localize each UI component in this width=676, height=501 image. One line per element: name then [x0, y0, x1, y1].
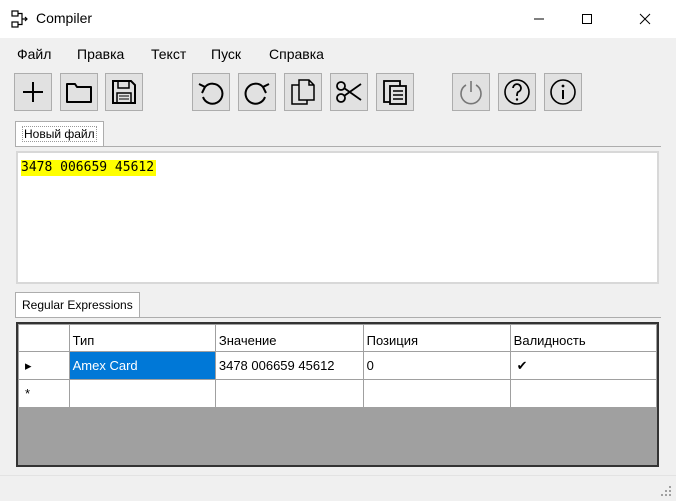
cell-value[interactable]: 3478 006659 45612: [214, 351, 364, 380]
column-header-value[interactable]: Значение: [214, 324, 364, 352]
code-editor[interactable]: 3478 006659 45612: [16, 151, 659, 284]
results-table: Тип Значение Позиция Валидность ▸ Amex C…: [18, 324, 657, 408]
paste-button[interactable]: [376, 73, 414, 111]
close-button[interactable]: [622, 0, 668, 38]
table-row[interactable]: *: [18, 379, 657, 408]
cell-position[interactable]: [362, 379, 511, 408]
tab-divider: [15, 317, 661, 318]
power-button[interactable]: [452, 73, 490, 111]
tab-regular-expressions[interactable]: Regular Expressions: [15, 292, 140, 317]
cell-position[interactable]: 0: [362, 351, 511, 380]
menu-help[interactable]: Справка: [269, 46, 324, 62]
results-grid[interactable]: Тип Значение Позиция Валидность ▸ Amex C…: [16, 322, 659, 467]
info-icon: [550, 79, 576, 105]
table-row[interactable]: ▸ Amex Card 3478 006659 45612 0 ✔: [18, 351, 657, 380]
maximize-button[interactable]: [564, 0, 610, 38]
column-header-validity[interactable]: Валидность: [509, 324, 657, 352]
tab-regular-expressions-label: Regular Expressions: [22, 298, 133, 312]
status-bar: [0, 475, 676, 501]
menu-text[interactable]: Текст: [151, 46, 186, 62]
minimize-button[interactable]: [516, 0, 562, 38]
window-title: Compiler: [36, 10, 93, 26]
menu-file[interactable]: Файл: [17, 46, 51, 62]
tab-new-file-label: Новый файл: [22, 126, 97, 142]
cut-button[interactable]: [330, 73, 368, 111]
toolbar: [0, 68, 676, 118]
maximize-icon: [582, 14, 592, 24]
undo-icon: [198, 82, 224, 105]
new-button[interactable]: [14, 73, 52, 111]
menu-bar: Файл Правка Текст Пуск Справка: [0, 38, 676, 68]
cell-validity[interactable]: ✔: [509, 351, 657, 380]
cell-value[interactable]: [214, 379, 364, 408]
menu-run[interactable]: Пуск: [211, 46, 241, 62]
undo-button[interactable]: [192, 73, 230, 111]
cell-validity[interactable]: [509, 379, 657, 408]
copy-icon: [291, 79, 315, 105]
cell-type[interactable]: Amex Card: [68, 351, 216, 380]
paste-icon: [383, 80, 407, 105]
help-icon: [504, 79, 530, 105]
menu-edit[interactable]: Правка: [77, 46, 124, 62]
table-header-row: Тип Значение Позиция Валидность: [18, 324, 657, 352]
open-button[interactable]: [60, 73, 98, 111]
redo-icon: [244, 82, 270, 105]
row-header-corner: [18, 324, 70, 352]
minimize-icon: [534, 18, 544, 20]
column-header-position[interactable]: Позиция: [362, 324, 511, 352]
column-header-type[interactable]: Тип: [68, 324, 216, 352]
info-button[interactable]: [544, 73, 582, 111]
save-icon: [112, 80, 136, 104]
resize-grip-icon[interactable]: [660, 485, 672, 497]
new-row-indicator[interactable]: *: [18, 379, 70, 408]
new-icon: [23, 82, 43, 102]
save-button[interactable]: [105, 73, 143, 111]
open-folder-icon: [66, 83, 92, 103]
cell-type[interactable]: [68, 379, 216, 408]
editor-text: 3478 006659 45612: [21, 160, 157, 176]
check-icon: ✔: [516, 357, 528, 373]
tab-new-file[interactable]: Новый файл: [15, 121, 104, 146]
close-icon: [639, 13, 651, 25]
flowchart-icon: [10, 9, 30, 29]
redo-button[interactable]: [238, 73, 276, 111]
copy-button[interactable]: [284, 73, 322, 111]
power-icon: [460, 81, 482, 105]
help-button[interactable]: [498, 73, 536, 111]
title-bar: Compiler: [0, 0, 676, 38]
cut-icon: [336, 81, 362, 103]
tab-divider: [15, 146, 661, 147]
current-row-indicator[interactable]: ▸: [18, 351, 70, 380]
